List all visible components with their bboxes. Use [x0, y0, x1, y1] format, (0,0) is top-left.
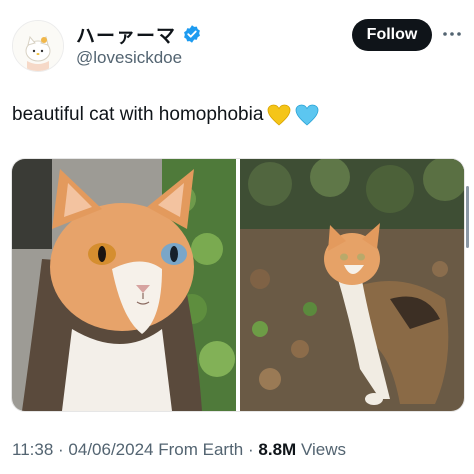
scrollbar[interactable] [466, 186, 469, 248]
author-handle[interactable]: @lovesickdoe [76, 48, 182, 68]
tweet-meta: 11:38 · 04/06/2024 From Earth · 8.8M Vie… [12, 440, 346, 460]
follow-button[interactable]: Follow [352, 19, 432, 51]
tweet-date[interactable]: 04/06/2024 [68, 440, 153, 459]
tweet-text-row: beautiful cat with homophobia [12, 104, 319, 126]
tweet-time[interactable]: 11:38 [12, 440, 53, 459]
display-name[interactable]: ハーァーマ [76, 21, 176, 48]
hello-kitty-avatar-icon [13, 21, 63, 71]
meta-separator: · [58, 440, 64, 459]
light-blue-heart-icon [295, 104, 319, 126]
tweet-source: From Earth [158, 440, 244, 459]
views-count: 8.8M [258, 440, 297, 459]
author-name-row[interactable]: ハーァーマ [76, 21, 202, 48]
cat-standing-photo[interactable] [240, 159, 464, 411]
media-grid [11, 158, 465, 412]
views-label: Views [300, 440, 346, 459]
avatar[interactable] [12, 20, 64, 72]
yellow-heart-icon [267, 104, 291, 126]
meta-separator: · [248, 440, 254, 459]
cat-closeup-photo[interactable] [12, 159, 236, 411]
tweet-card: ハーァーマ @lovesickdoe Follow beautiful cat … [0, 0, 474, 474]
more-dots-icon[interactable] [442, 24, 462, 44]
verified-badge-icon [182, 24, 202, 44]
tweet-text: beautiful cat with homophobia [12, 104, 264, 125]
